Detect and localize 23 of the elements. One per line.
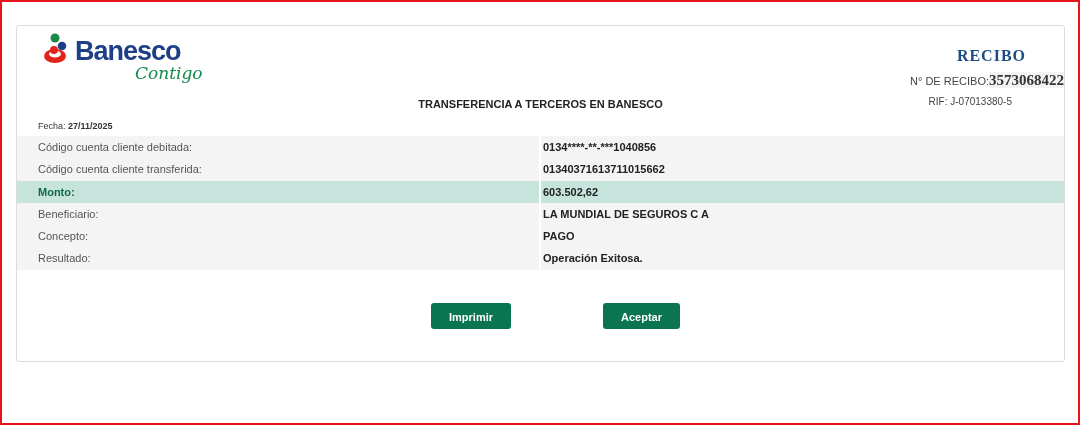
logo-wordmark: Banesco (75, 38, 182, 65)
receipt-number-label: N° DE RECIBO: (910, 75, 989, 87)
print-button[interactable]: Imprimir (431, 302, 511, 329)
logo-tagline: Contigo (135, 65, 203, 82)
field-label: Concepto: (17, 225, 541, 248)
field-label: Código cuenta cliente debitada: (17, 136, 541, 159)
field-label: Código cuenta cliente transferida: (17, 158, 541, 181)
field-label: Monto: (17, 180, 541, 203)
field-value: PAGO (541, 225, 1064, 248)
transfer-heading: TRANSFERENCIA A TERCEROS EN BANESCO (418, 98, 663, 110)
field-value: Operación Exitosa. (541, 247, 1064, 270)
date-value: 27/11/2025 (68, 120, 113, 131)
field-value: 01340371613711015662 (541, 158, 1064, 181)
receipt-number: 3573068422 (989, 72, 1064, 88)
field-value: 603.502,62 (541, 180, 1064, 203)
rif-text: RIF: J-07013380-5 (927, 95, 1012, 109)
accept-button[interactable]: Aceptar (603, 302, 680, 329)
field-value: 0134****-**-***1040856 (541, 136, 1064, 159)
receipt-title: RECIBO (955, 46, 1026, 66)
field-label: Resultado: (17, 247, 541, 270)
field-label: Beneficiario: (17, 202, 541, 226)
date-label: Fecha: (38, 120, 66, 131)
field-value: LA MUNDIAL DE SEGUROS C A (541, 202, 1064, 226)
